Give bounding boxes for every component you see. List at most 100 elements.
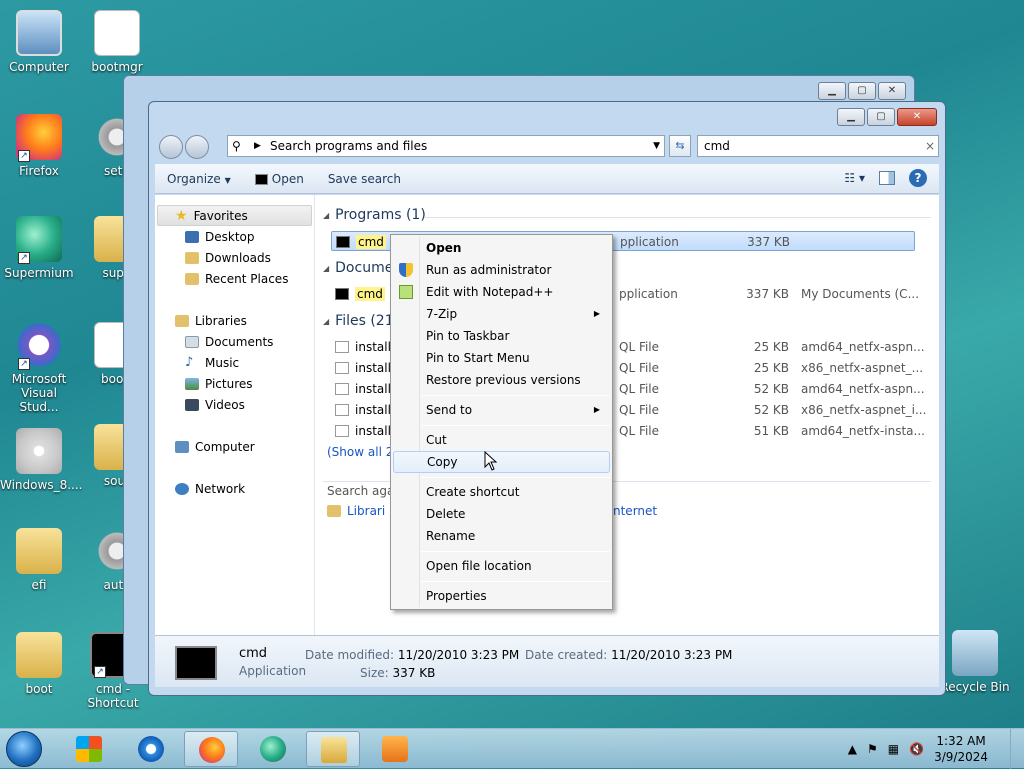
address-bar[interactable]: ⚲ ▶ Search programs and files ▼ [227,135,665,157]
menu-item-rename[interactable]: Rename [393,525,610,547]
disc-image-icon [16,428,62,474]
taskbar-internet-explorer[interactable] [124,731,178,767]
sidebar-item-documents[interactable]: Documents [185,333,273,351]
taskbar-firefox[interactable] [184,731,238,767]
clock-date: 3/9/2024 [934,750,988,764]
group-header-programs[interactable]: ◢ Programs (1) [323,207,426,223]
view-options-icon[interactable]: ☷ ▾ [844,171,865,185]
menu-item-edit-with-notepadpp[interactable]: Edit with Notepad++ [393,281,610,303]
desktop-icon-efi[interactable]: efi [0,528,78,592]
menu-item-properties[interactable]: Properties [393,585,610,607]
start-button[interactable] [6,731,42,767]
row-size: 25 KB [753,340,789,354]
desktop-icon-firefox[interactable]: ↗ Firefox [0,114,78,178]
sidebar-item-pictures[interactable]: Pictures [185,375,253,393]
desktop-icon-boot[interactable]: boot [0,632,78,696]
close-button[interactable]: ✕ [897,108,937,126]
row-location: x86_netfx-aspnet_i... [801,403,927,417]
row-type: QL File [619,361,660,375]
sidebar-item-libraries[interactable]: Libraries [175,312,247,330]
show-desktop-button[interactable] [1010,729,1024,769]
sidebar-item-videos[interactable]: Videos [185,396,245,414]
search-again-libraries[interactable]: Librari [327,504,385,518]
menu-item-delete[interactable]: Delete [393,503,610,525]
organize-button[interactable]: Organize ▼ [155,172,243,186]
menu-item-run-as-administrator[interactable]: Run as administrator [393,259,610,281]
system-tray: ▲ ⚑ ▦ 🔇 1:32 AM 3/9/2024 [848,729,988,769]
save-search-button[interactable]: Save search [316,172,413,186]
open-label: Open [271,171,304,186]
show-hidden-icons-icon[interactable]: ▲ [848,742,857,756]
action-center-flag-icon[interactable]: ⚑ [867,742,878,756]
menu-item-copy[interactable]: Copy [393,451,610,473]
open-button[interactable]: Open [243,172,316,186]
chevron-down-icon[interactable]: ▼ [653,136,660,156]
desktop-icon-computer[interactable]: Computer [0,10,78,74]
libraries-icon [175,315,189,327]
details-key: Date modified: [305,648,395,662]
sidebar-item-label: Libraries [195,314,247,328]
clock[interactable]: 1:32 AM 3/9/2024 [934,733,988,765]
visual-studio-icon: ↗ [16,322,62,370]
desktop-icon-label: boot [25,682,53,696]
sidebar-item-recent-places[interactable]: Recent Places [185,270,288,288]
desktop-icon-supermium[interactable]: ↗ Supermium [0,216,78,280]
folder-icon [321,737,347,763]
sidebar-item-computer[interactable]: Computer [175,438,255,456]
windows-flag-icon [76,736,102,762]
notepadpp-icon [399,285,413,299]
desktop-icon-windows-iso[interactable]: Windows_8.... [0,428,82,492]
menu-item-cut[interactable]: Cut [393,429,610,451]
search-icon: ⚲ [232,139,241,153]
menu-item-open[interactable]: Open [393,237,610,259]
group-header-documents[interactable]: ◢ Docume [323,260,393,276]
sidebar-item-downloads[interactable]: Downloads [185,249,271,267]
row-size: 337 KB [746,287,789,301]
back-button[interactable] [159,135,183,159]
menu-item-7-zip[interactable]: 7-Zip ▶ [393,303,610,325]
recycle-bin-icon [952,630,998,676]
taskbar-media-player[interactable] [368,731,422,767]
help-icon[interactable]: ? [909,169,927,187]
libraries-icon [327,505,341,517]
minimize-button[interactable]: ▁ [837,108,865,126]
menu-item-restore-previous-versions[interactable]: Restore previous versions [393,369,610,391]
forward-button[interactable] [185,135,209,159]
taskbar-windows-explorer[interactable] [306,731,360,767]
clear-search-icon[interactable]: × [923,135,937,157]
taskbar-windows-flag[interactable] [62,731,116,767]
sidebar-item-label: Desktop [205,230,255,244]
menu-item-pin-to-start-menu[interactable]: Pin to Start Menu [393,347,610,369]
computer-icon [16,10,62,56]
maximize-button[interactable]: ▢ [848,82,876,100]
menu-item-send-to[interactable]: Send to ▶ [393,399,610,421]
search-again-internet[interactable]: nternet [613,504,657,518]
sidebar-item-favorites[interactable]: ★ Favorites [175,207,248,225]
preview-pane-icon[interactable] [879,171,895,185]
menu-item-pin-to-taskbar[interactable]: Pin to Taskbar [393,325,610,347]
desktop-icon-recycle-bin[interactable]: Recycle Bin [936,630,1014,694]
menu-item-create-shortcut[interactable]: Create shortcut [393,481,610,503]
taskbar-supermium[interactable] [246,731,300,767]
minimize-button[interactable]: ▁ [818,82,846,100]
desktop-icon-bootmgr[interactable]: bootmgr [78,10,156,74]
details-size: Size: 337 KB [360,666,435,680]
maximize-button[interactable]: ▢ [867,108,895,126]
refresh-button[interactable]: ⇆ [669,135,691,157]
search-input[interactable] [697,135,939,157]
desktop-icon-label: Supermium [4,266,74,280]
sidebar-item-music[interactable]: ♪ Music [185,354,239,372]
menu-separator [421,425,610,426]
group-header-files[interactable]: ◢ Files (21 [323,313,394,329]
network-icon[interactable]: ▦ [888,742,899,756]
menu-separator [421,395,610,396]
collapse-icon: ◢ [323,316,330,326]
volume-muted-icon[interactable]: 🔇 [909,742,924,756]
shortcut-arrow-icon: ↗ [18,358,30,370]
sidebar-item-desktop[interactable]: Desktop [185,228,255,246]
close-button[interactable]: ✕ [878,82,906,100]
sidebar-item-network[interactable]: Network [175,480,245,498]
taskbar: ▲ ⚑ ▦ 🔇 1:32 AM 3/9/2024 [0,728,1024,769]
menu-item-open-file-location[interactable]: Open file location [393,555,610,577]
desktop-icon-visual-studio[interactable]: ↗ Microsoft Visual Stud... [0,322,78,414]
